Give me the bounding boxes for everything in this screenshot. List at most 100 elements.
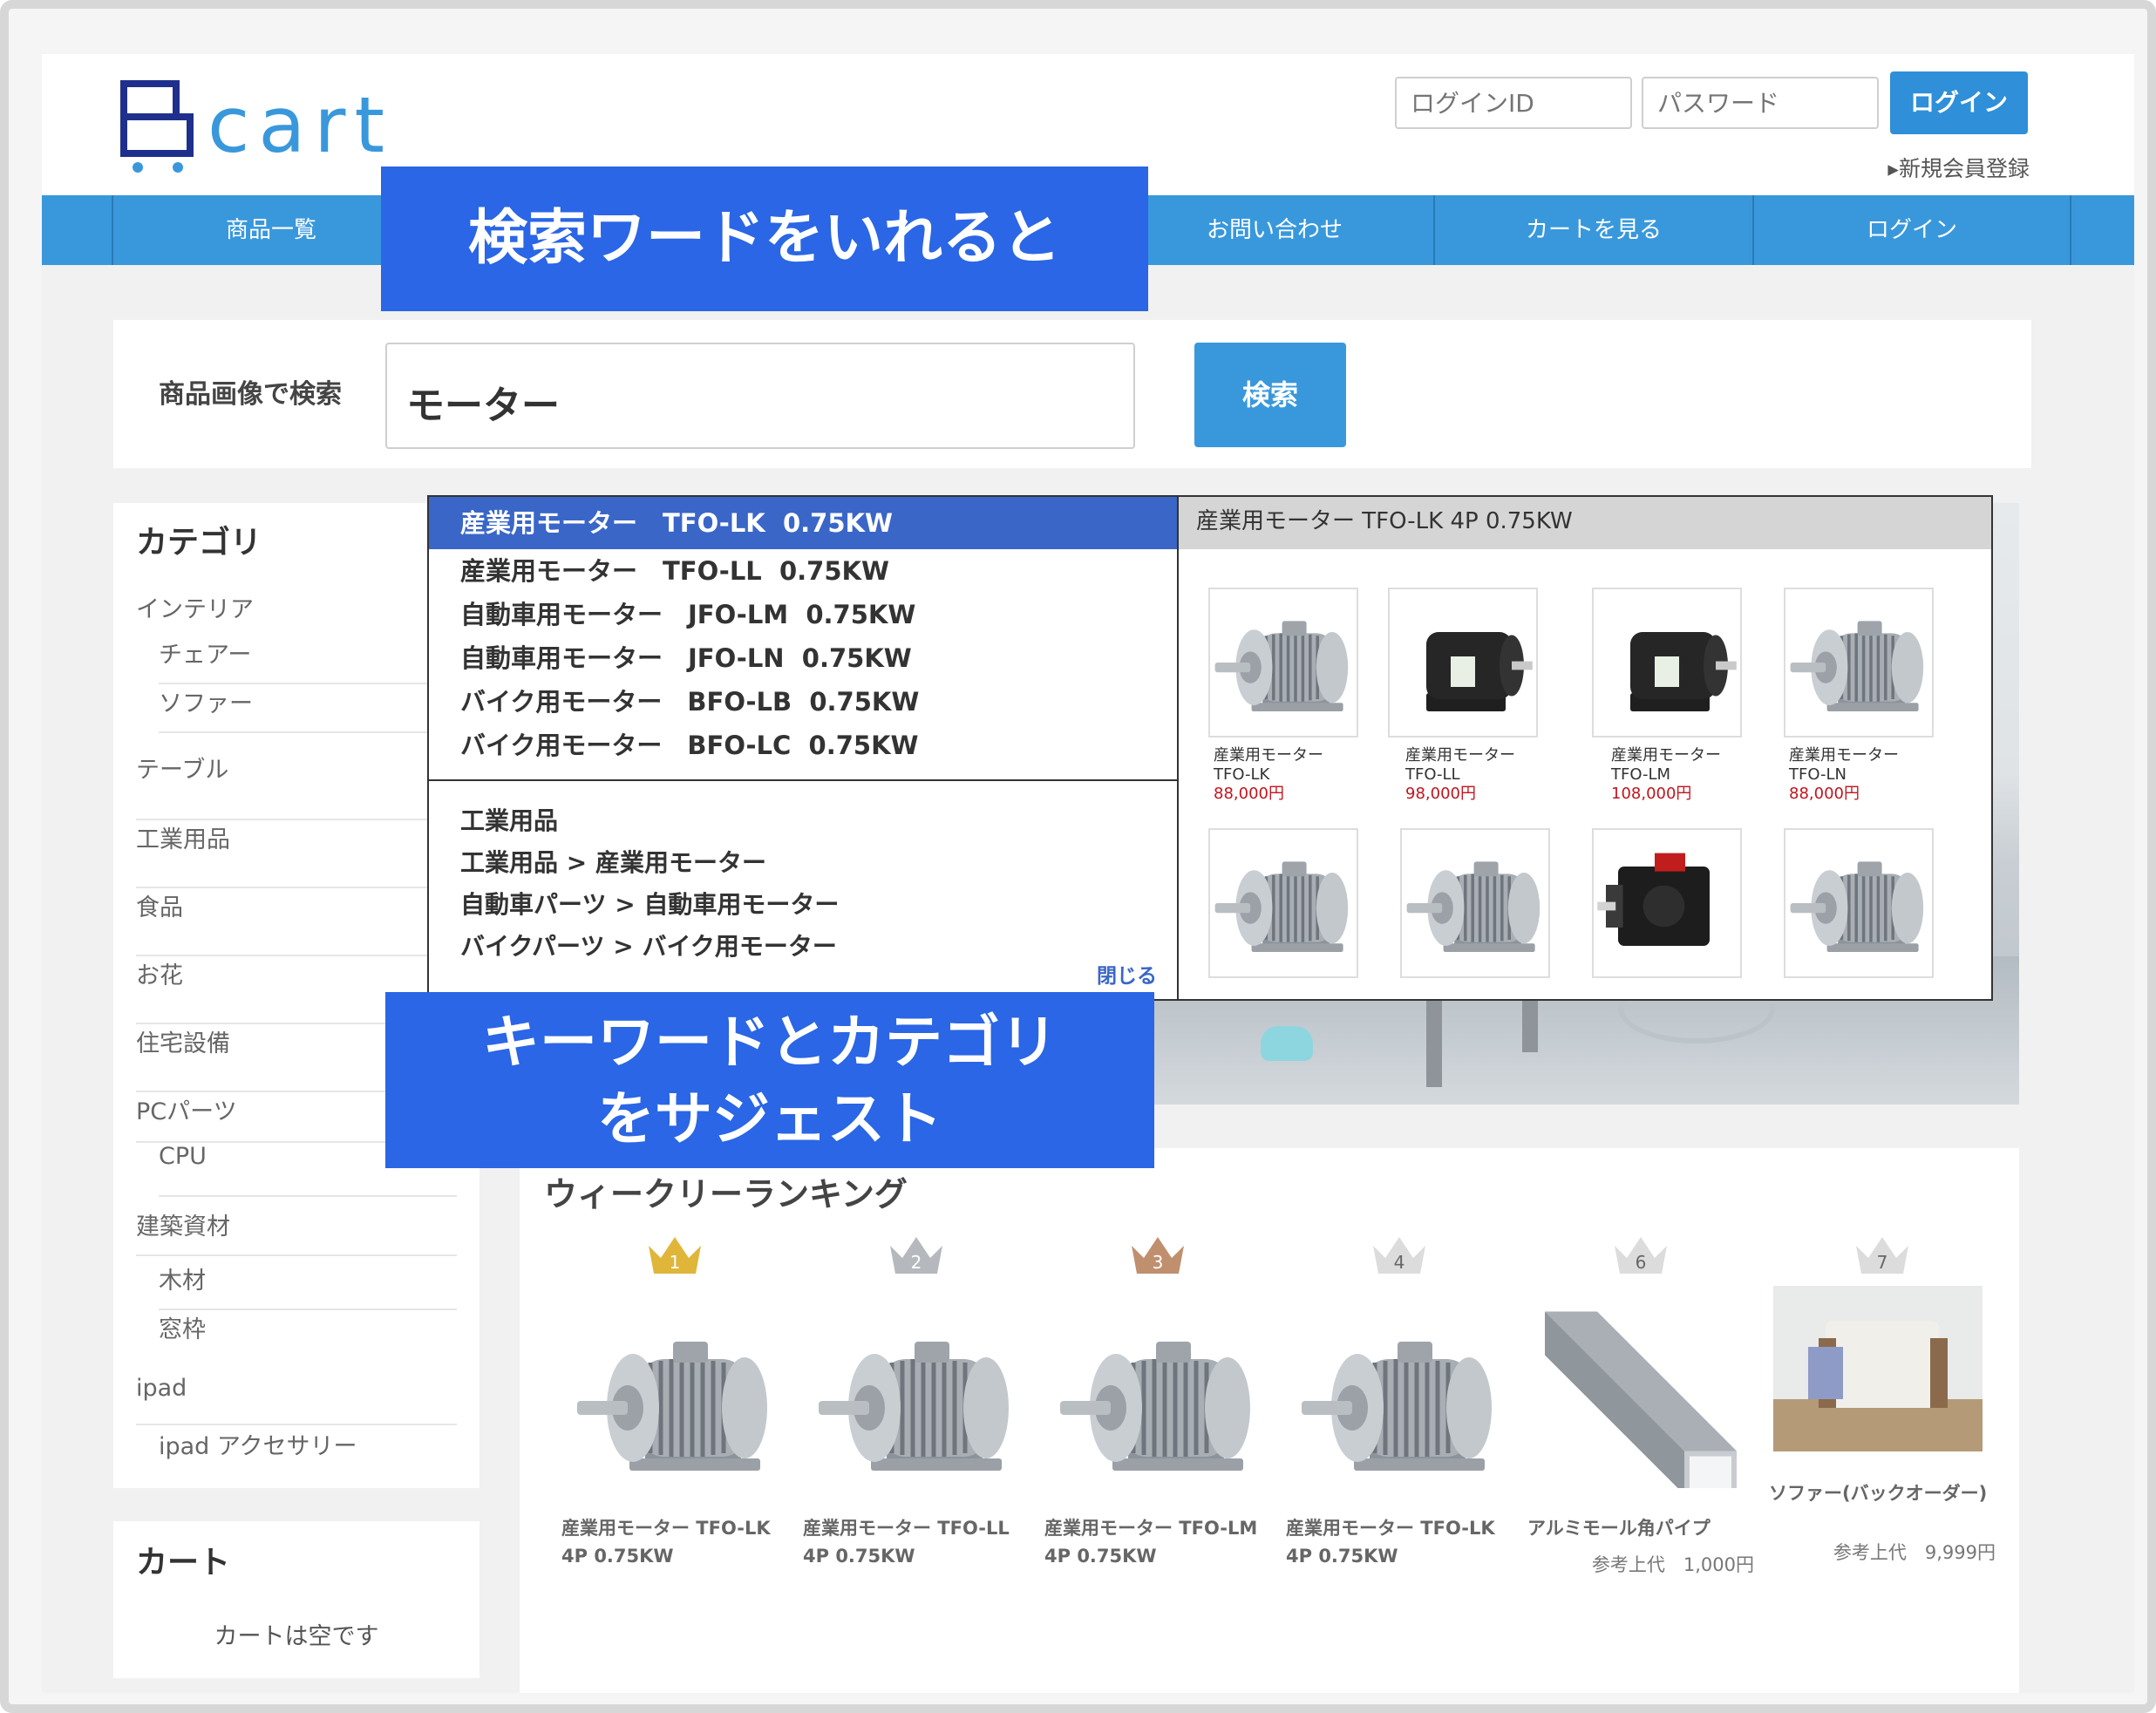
product-price: 参考上代 1,000円 <box>1591 1554 1754 1575</box>
svg-text:2: 2 <box>911 1252 922 1273</box>
bcart-logo[interactable]: cart <box>120 78 443 174</box>
login-id-field[interactable] <box>1395 77 1632 129</box>
preview-product-info[interactable]: 産業用モーター TFO-LL 98,000円 <box>1405 746 1580 804</box>
product-image[interactable] <box>1295 1314 1504 1488</box>
nav-item-cart[interactable]: カートを見る <box>1433 195 1752 265</box>
hero-table-leg <box>1426 991 1442 1087</box>
category-item[interactable]: チェアー <box>159 636 457 684</box>
divider <box>429 779 1179 781</box>
category-item[interactable]: 窓枠 <box>159 1310 457 1359</box>
close-suggest-link[interactable]: 閉じる <box>1097 959 1157 989</box>
preview-title: 産業用モーター TFO-LK 4P 0.75KW <box>1179 497 1991 549</box>
search-button[interactable]: 検索 <box>1194 343 1346 447</box>
svg-text:3: 3 <box>1153 1252 1164 1273</box>
search-suggest-dropdown: 産業用モーター TFO-LK 0.75KW 産業用モーター TFO-LL 0.7… <box>427 495 1993 1001</box>
product-image[interactable] <box>1536 1292 1745 1488</box>
product-image[interactable] <box>1769 1286 1987 1451</box>
keyword-suggestion[interactable]: 産業用モーター TFO-LL 0.75KW <box>429 549 1179 593</box>
search-input[interactable]: モーター <box>385 343 1135 449</box>
ranking-item[interactable]: 4 産業用モーター TFO-LK 4P 0.75KW <box>1286 1227 1513 1680</box>
product-price: 参考上代 9,999円 <box>1833 1542 1996 1563</box>
svg-text:1: 1 <box>670 1252 681 1273</box>
preview-product-image[interactable] <box>1208 828 1358 978</box>
category-item[interactable]: 食品 <box>136 888 457 956</box>
product-image[interactable] <box>1053 1314 1262 1488</box>
preview-product-info[interactable]: 産業用モーター TFO-LN 88,000円 <box>1789 746 1963 804</box>
product-name[interactable]: アルミモール角パイプ <box>1527 1514 1754 1542</box>
preview-product-image[interactable] <box>1592 588 1742 738</box>
product-name[interactable]: 産業用モーター TFO-LM 4P 0.75KW <box>1044 1514 1271 1570</box>
preview-product-image[interactable] <box>1592 828 1742 978</box>
callout-line: キーワードとカテゴリ <box>482 1009 1058 1076</box>
preview-product-image[interactable] <box>1208 588 1358 738</box>
ranking-item[interactable]: 6 アルミモール角パイプ 参考上代 1,000円 <box>1527 1227 1754 1680</box>
screenshot-frame: cart ログイン ▸新規会員登録 商品一覧 お問い合わせ カートを見る ログイ… <box>0 0 2156 1713</box>
register-link[interactable]: ▸新規会員登録 <box>1873 152 2030 183</box>
cart-widget: カート カートは空です <box>113 1521 479 1678</box>
ranking-item[interactable]: 3 産業用モーター TFO-LM 4P 0.75KW <box>1044 1227 1271 1680</box>
keyword-suggestion[interactable]: 自動車用モーター JFO-LN 0.75KW <box>429 636 1179 680</box>
image-search-link[interactable]: 商品画像で検索 <box>159 372 342 411</box>
product-image[interactable] <box>812 1314 1021 1488</box>
product-name[interactable]: 産業用モーター TFO-LK 4P 0.75KW <box>561 1514 788 1570</box>
preview-product-image[interactable] <box>1784 828 1934 978</box>
annotation-callout-search: 検索ワードをいれると <box>381 167 1148 311</box>
category-item[interactable]: ipad アクセサリー <box>159 1427 457 1476</box>
category-suggestion[interactable]: 工業用品 <box>460 802 558 837</box>
crown-icon: 4 <box>1286 1227 1513 1279</box>
svg-text:6: 6 <box>1636 1252 1647 1273</box>
preview-product-name: 産業用モーター <box>1214 746 1323 765</box>
cart-title: カート <box>136 1545 231 1580</box>
ranking-item[interactable]: 7 ソファー(バックオーダー) 参考上代 9,999円 <box>1769 1227 1996 1680</box>
preview-product-code: TFO-LM <box>1611 765 1671 784</box>
preview-product-price: 88,000円 <box>1214 785 1284 803</box>
preview-product-price: 108,000円 <box>1611 785 1692 803</box>
category-item[interactable]: 建築資材 <box>136 1207 457 1256</box>
preview-product-image[interactable] <box>1784 588 1934 738</box>
nav-item-contact[interactable]: お問い合わせ <box>1114 195 1433 265</box>
keyword-suggestion[interactable]: 産業用モーター TFO-LK 0.75KW <box>429 497 1179 549</box>
preview-product-info[interactable]: 産業用モーター TFO-LK 88,000円 <box>1214 746 1388 804</box>
register-link-label: 新規会員登録 <box>1898 156 2030 181</box>
category-item[interactable]: 工業用品 <box>136 820 457 888</box>
category-item[interactable]: 木材 <box>159 1261 457 1310</box>
preview-product-name: 産業用モーター <box>1611 746 1721 765</box>
category-title: カテゴリ <box>136 525 262 561</box>
keyword-suggestion[interactable]: バイク用モーター BFO-LB 0.75KW <box>429 680 1179 724</box>
password-field[interactable] <box>1642 77 1879 129</box>
category-item[interactable]: ipad <box>136 1375 457 1425</box>
preview-product-name: 産業用モーター <box>1789 746 1899 765</box>
crown-icon: 1 <box>561 1227 788 1279</box>
divider <box>1177 497 1179 999</box>
category-suggestion[interactable]: 工業用品 > 産業用モーター <box>460 844 766 879</box>
preview-product-info[interactable]: 産業用モーター TFO-LM 108,000円 <box>1611 746 1785 804</box>
preview-product-name: 産業用モーター <box>1405 746 1515 765</box>
crown-icon: 7 <box>1769 1227 1996 1279</box>
preview-product-image[interactable] <box>1400 828 1550 978</box>
crown-icon: 3 <box>1044 1227 1271 1279</box>
annotation-callout-suggest: キーワードとカテゴリ をサジェスト <box>385 992 1154 1168</box>
shop-page: cart ログイン ▸新規会員登録 商品一覧 お問い合わせ カートを見る ログイ… <box>42 54 2134 1693</box>
product-name[interactable]: 産業用モーター TFO-LL 4P 0.75KW <box>803 1514 1030 1570</box>
callout-line: をサジェスト <box>597 1085 942 1152</box>
keyword-suggestion[interactable]: 自動車用モーター JFO-LM 0.75KW <box>429 593 1179 636</box>
category-suggestion[interactable]: バイクパーツ > バイク用モーター <box>460 928 837 962</box>
keyword-suggestion[interactable]: バイク用モーター BFO-LC 0.75KW <box>429 724 1179 767</box>
caret-right-icon: ▸ <box>1887 156 1899 181</box>
svg-text:7: 7 <box>1877 1252 1888 1273</box>
svg-text:4: 4 <box>1394 1252 1405 1273</box>
product-name[interactable]: ソファー(バックオーダー) <box>1769 1479 1996 1507</box>
category-item[interactable]: ソファー <box>159 684 457 733</box>
ranking-item[interactable]: 2 産業用モーター TFO-LL 4P 0.75KW <box>803 1227 1030 1680</box>
preview-product-image[interactable] <box>1388 588 1538 738</box>
cart-empty-message: カートは空です <box>214 1623 379 1650</box>
category-suggestion[interactable]: 自動車パーツ > 自動車用モーター <box>460 886 839 921</box>
ranking-item[interactable]: 1 産業用モーター TFO-LK 4P 0.75KW <box>561 1227 788 1680</box>
product-image[interactable] <box>570 1314 779 1488</box>
category-item[interactable]: インテリア <box>136 590 457 641</box>
ranking-title: ウィークリーランキング <box>544 1175 908 1213</box>
product-name[interactable]: 産業用モーター TFO-LK 4P 0.75KW <box>1286 1514 1513 1570</box>
login-button[interactable]: ログイン <box>1890 71 2028 134</box>
category-item[interactable]: テーブル <box>136 751 457 820</box>
nav-item-login[interactable]: ログイン <box>1752 195 2071 265</box>
